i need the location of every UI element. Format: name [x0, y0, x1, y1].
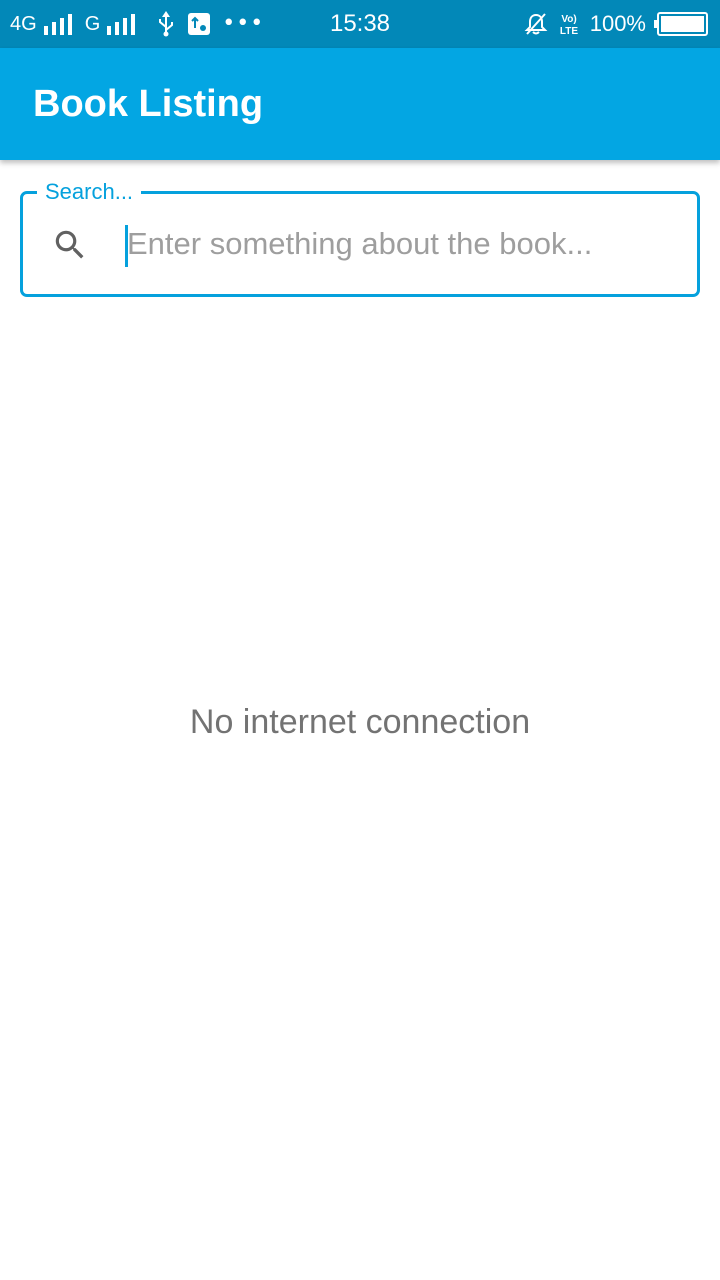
page-title: Book Listing	[33, 83, 264, 125]
screen: 4G G ••• 15:38 Vo) LTE 100% Book Listing…	[0, 0, 720, 1280]
status-bar-right: Vo) LTE 100%	[524, 0, 708, 48]
more-dots-icon: •••	[222, 11, 265, 36]
battery-icon	[654, 12, 708, 36]
signal-bars-icon	[43, 14, 72, 35]
status-bar: 4G G ••• 15:38 Vo) LTE 100%	[0, 0, 720, 48]
volte-icon: Vo) LTE	[560, 14, 578, 37]
search-field[interactable]: Search...	[20, 179, 700, 297]
empty-state-message: No internet connection	[189, 703, 531, 741]
volte-label-top: Vo)	[561, 14, 576, 25]
silent-bell-icon	[524, 13, 548, 35]
network-type-2: G	[84, 12, 101, 35]
app-bar: Book Listing	[0, 48, 720, 160]
signal-bars-icon	[107, 14, 136, 35]
notification-app-icon	[188, 13, 211, 35]
search-icon	[55, 230, 84, 259]
battery-percent: 100%	[589, 11, 646, 36]
volte-label-bottom: LTE	[560, 26, 578, 37]
search-field-label: Search...	[37, 179, 142, 205]
network-type-1: 4G	[10, 12, 37, 35]
search-input[interactable]	[123, 216, 687, 272]
status-bar-left: 4G G •••	[10, 0, 264, 48]
usb-icon	[159, 11, 174, 37]
